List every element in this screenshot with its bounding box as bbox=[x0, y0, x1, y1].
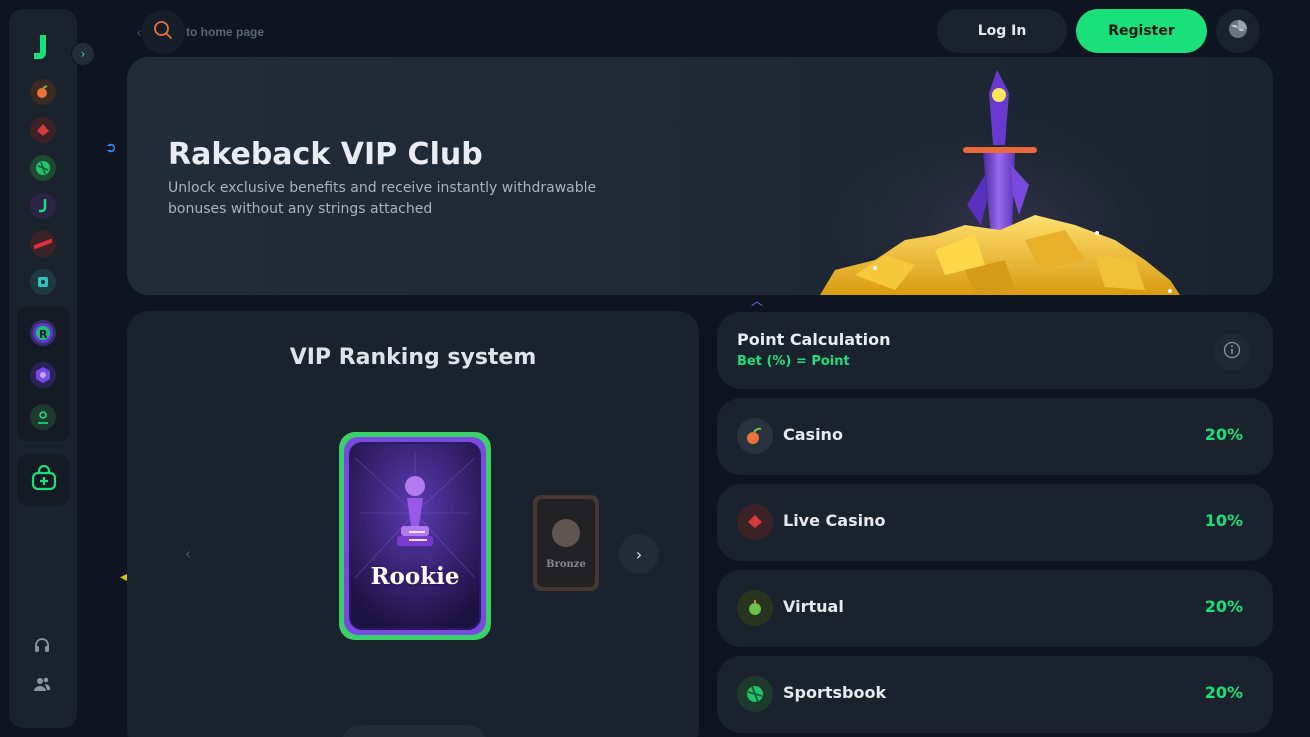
category-row-virtual: Virtual 20% bbox=[717, 570, 1273, 647]
point-calculation-title: Point Calculation bbox=[737, 330, 891, 349]
category-percent: 10% bbox=[1204, 511, 1243, 530]
rank-name-current: Rookie bbox=[370, 563, 460, 590]
affiliate-icon[interactable] bbox=[30, 404, 56, 430]
bonus-bag-button[interactable] bbox=[17, 454, 70, 506]
home-page-link[interactable]: to home page bbox=[186, 25, 264, 39]
category-row-casino: Casino 20% bbox=[717, 398, 1273, 475]
next-rank-button[interactable]: › bbox=[619, 534, 659, 574]
category-percent: 20% bbox=[1204, 597, 1243, 616]
category-name: Live Casino bbox=[783, 511, 886, 530]
logo-icon[interactable] bbox=[30, 33, 54, 63]
category-name: Casino bbox=[783, 425, 843, 444]
hero-banner: Rakeback VIP Club Unlock exclusive benef… bbox=[127, 57, 1273, 295]
language-button[interactable] bbox=[1216, 9, 1260, 53]
rank-name-next: Bronze bbox=[546, 559, 586, 570]
promotions-icon[interactable] bbox=[30, 269, 56, 295]
sportsbook-icon bbox=[737, 676, 773, 712]
rank-card-next[interactable] bbox=[531, 493, 601, 593]
vip-ranking-panel: VIP Ranking system ‹ Rookie Bronze › bbox=[127, 311, 699, 737]
previous-rank-button[interactable]: ‹ bbox=[169, 534, 207, 572]
category-row-sportsbook: Sportsbook 20% bbox=[717, 656, 1273, 733]
hero-subtitle: Unlock exclusive benefits and receive in… bbox=[168, 180, 597, 217]
sidebar: › R bbox=[9, 9, 95, 728]
info-button[interactable] bbox=[1214, 334, 1250, 370]
hero-title: Rakeback VIP Club bbox=[168, 137, 483, 172]
sword-gold-illustration bbox=[815, 65, 1185, 295]
live-casino-icon[interactable] bbox=[30, 117, 56, 143]
register-button[interactable]: Register bbox=[1076, 9, 1207, 53]
bonus-bag-icon bbox=[30, 464, 58, 496]
virtual-icon bbox=[737, 590, 773, 626]
category-name: Sportsbook bbox=[783, 683, 887, 702]
originals-icon[interactable] bbox=[30, 193, 56, 219]
globe-icon bbox=[1227, 18, 1249, 44]
rank-action-button[interactable] bbox=[341, 725, 487, 737]
live-casino-icon bbox=[737, 504, 773, 540]
search-icon bbox=[153, 20, 173, 44]
ranking-title: VIP Ranking system bbox=[289, 345, 537, 370]
svg-text:R: R bbox=[39, 328, 48, 341]
virtual-sports-icon[interactable] bbox=[30, 231, 56, 257]
rakeback-icon[interactable]: R bbox=[30, 320, 56, 346]
point-formula: Bet (%) = Point bbox=[737, 354, 850, 369]
category-percent: 20% bbox=[1204, 425, 1243, 444]
expand-sidebar-button[interactable]: › bbox=[71, 42, 95, 66]
search-button[interactable] bbox=[141, 10, 185, 54]
point-calculation-header: Point Calculation Bet (%) = Point bbox=[717, 312, 1273, 389]
users-icon[interactable] bbox=[31, 673, 53, 695]
login-button[interactable]: Log In bbox=[937, 9, 1067, 53]
casino-icon[interactable] bbox=[30, 79, 56, 105]
vip-icon[interactable] bbox=[30, 362, 56, 388]
category-percent: 20% bbox=[1204, 683, 1243, 702]
category-row-live-casino: Live Casino 10% bbox=[717, 484, 1273, 561]
info-icon bbox=[1223, 341, 1241, 363]
category-name: Virtual bbox=[783, 597, 844, 616]
sportsbook-icon[interactable] bbox=[30, 155, 56, 181]
chevron-up-icon[interactable]: ︿ bbox=[751, 292, 763, 309]
headset-icon[interactable] bbox=[31, 634, 53, 656]
rank-card-current[interactable] bbox=[335, 428, 495, 644]
dash-icon: ➲ bbox=[105, 140, 117, 156]
casino-icon bbox=[737, 418, 773, 454]
